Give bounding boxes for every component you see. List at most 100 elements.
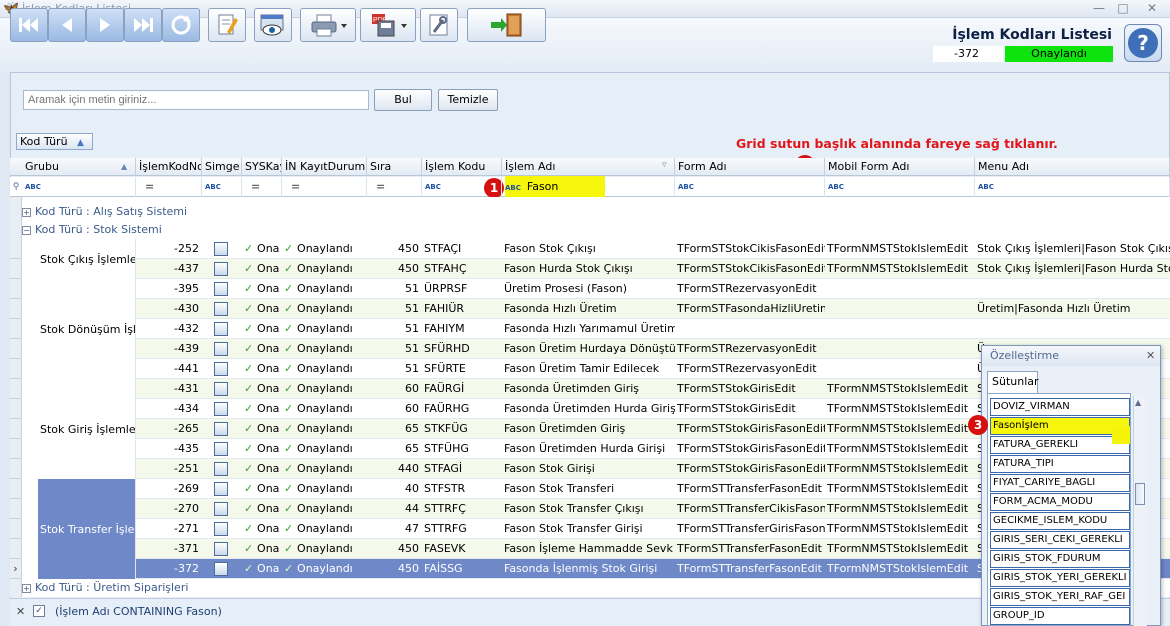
column-list-item[interactable]: FATURA_TIPI: [990, 455, 1130, 473]
expand-icon[interactable]: +: [22, 207, 31, 217]
column-list-item[interactable]: FasonİşIem: [990, 417, 1130, 435]
filter-dropdown-icon[interactable]: ▿: [662, 160, 667, 170]
filter-cell-sira[interactable]: =: [367, 177, 422, 197]
row-indicator[interactable]: ›: [10, 559, 22, 579]
row-indicator[interactable]: [10, 339, 22, 359]
previous-record-button[interactable]: [48, 8, 86, 42]
find-button[interactable]: Bul: [374, 89, 432, 111]
filter-enabled-checkbox[interactable]: ✓: [33, 605, 45, 617]
column-list-item[interactable]: GIRIS_STOK_FDURUM: [990, 550, 1130, 568]
collapse-icon[interactable]: −: [22, 225, 31, 235]
close-window-button[interactable]: ✕: [1137, 0, 1167, 17]
tab-columns[interactable]: Sütunlar: [987, 371, 1039, 393]
column-header-sira[interactable]: Sıra: [367, 158, 422, 176]
row-indicator[interactable]: [10, 479, 22, 499]
scroll-up-icon[interactable]: ▲: [1135, 398, 1141, 407]
column-list-item[interactable]: FATURA_GEREKLI: [990, 436, 1130, 454]
last-record-button[interactable]: [124, 8, 162, 42]
cell-kayit-durumu: ✓ Onaylandı: [282, 559, 367, 579]
column-header-simge[interactable]: Simge: [202, 158, 242, 176]
row-indicator[interactable]: [10, 459, 22, 479]
filter-cell-islem-kod-no[interactable]: =: [136, 177, 202, 197]
column-header-mobil-form-adi[interactable]: Mobil Form Adı: [825, 158, 975, 176]
filter-cell-grubu[interactable]: ABC: [22, 177, 136, 197]
group-stok[interactable]: − Kod Türü : Stok Sistemi: [22, 221, 162, 239]
column-header-grubu[interactable]: Grubu: [22, 158, 136, 176]
column-list-item[interactable]: GIRIS_SERI_CEKI_GEREKLI: [990, 531, 1130, 549]
table-row[interactable]: -252 ✓ Ona ✓ Onaylandı 450 STFAÇI Fason Stok …: [136, 239, 1170, 259]
scroll-thumb[interactable]: [1135, 483, 1145, 505]
export-pdf-button[interactable]: PDF: [360, 8, 416, 42]
settings-button[interactable]: [420, 8, 458, 42]
cell-islem-kod-no: -265: [174, 422, 199, 435]
row-indicator[interactable]: [10, 359, 22, 379]
row-indicator[interactable]: [10, 539, 22, 559]
filter-cell-simge[interactable]: ABC: [202, 177, 242, 197]
column-header-syskay[interactable]: SYSKay: [242, 158, 282, 176]
filter-cell-form-adi[interactable]: ABC: [675, 177, 825, 197]
column-list-item[interactable]: FORM_ACMA_MODU: [990, 493, 1130, 511]
column-header-menu-adi[interactable]: Menu Adı: [975, 158, 1170, 176]
filter-cell-syskay[interactable]: =: [242, 177, 282, 197]
row-indicator[interactable]: [10, 259, 22, 279]
cell-mobil-form-adi: TFormNMSTStokIslemEdit: [827, 522, 969, 535]
row-indicator[interactable]: [10, 279, 22, 299]
column-list-item[interactable]: FIYAT_CARIYE_BAGLI: [990, 474, 1130, 492]
durum-value: Onaylandı: [297, 482, 353, 495]
filter-expression[interactable]: (İşlem Adı CONTAINING Fason): [55, 605, 222, 618]
table-row[interactable]: -430 ✓ Ona ✓ Onaylandı 51 FAHIÜR Fasonda Hızl…: [136, 299, 1170, 319]
column-header-islem-kod-no[interactable]: İşlemKodNo: [136, 158, 202, 176]
clear-filter-icon[interactable]: ✕: [16, 605, 25, 618]
column-list-item[interactable]: GIRIS_STOK_YERI_RAF_GEI: [990, 588, 1130, 606]
check-icon: ✓: [244, 522, 258, 535]
row-indicator[interactable]: [10, 319, 22, 339]
filter-cell-islem-adi[interactable]: ABC Fason: [502, 177, 675, 197]
cell-form-adi: TFormSTTransferFasonEdit: [677, 482, 822, 495]
column-list-item[interactable]: GIRIS_STOK_YERI_GEREKLI: [990, 569, 1130, 587]
filter-cell-kayit-durumu[interactable]: =: [282, 177, 367, 197]
filter-cell-mobil-form-adi[interactable]: ABC: [825, 177, 975, 197]
maximize-button[interactable]: □: [1111, 0, 1135, 17]
row-indicator[interactable]: [10, 379, 22, 399]
column-header-form-adi[interactable]: Form Adı: [675, 158, 825, 176]
row-indicator[interactable]: [10, 239, 22, 259]
refresh-button[interactable]: [162, 8, 200, 42]
filter-cell-menu-adi[interactable]: ABC: [975, 177, 1170, 197]
search-input[interactable]: [23, 90, 369, 110]
exit-button[interactable]: [467, 8, 546, 42]
expand-icon[interactable]: +: [22, 583, 31, 593]
column-list-item[interactable]: GROUP_ID: [990, 607, 1130, 625]
cell-kayit-durumu: ✓ Onaylandı: [282, 239, 367, 259]
row-indicator[interactable]: [10, 499, 22, 519]
row-indicator[interactable]: [10, 519, 22, 539]
column-header-islem-kodu[interactable]: İşlem Kodu: [422, 158, 502, 176]
filter-icon: ⚲: [12, 182, 20, 192]
view-button[interactable]: [254, 8, 292, 42]
column-list-item[interactable]: DOVIZ_VIRMAN: [990, 398, 1130, 416]
edit-button[interactable]: [208, 8, 246, 42]
first-record-button[interactable]: [10, 8, 48, 42]
group-by-chip[interactable]: Kod Türü ▲: [16, 133, 93, 150]
column-list-item[interactable]: GECIKME_ISLEM_KODU: [990, 512, 1130, 530]
column-list-scrollbar[interactable]: [1133, 396, 1147, 626]
table-row[interactable]: -395 ✓ Ona ✓ Onaylandı 51 ÜRPRSF Üretim Prose…: [136, 279, 1170, 299]
gear-icon: [214, 342, 228, 356]
row-indicator[interactable]: [10, 419, 22, 439]
group-uretim[interactable]: + Kod Türü : Üretim Siparişleri: [22, 579, 188, 597]
next-record-button[interactable]: [86, 8, 124, 42]
row-indicator[interactable]: [10, 299, 22, 319]
column-header-islem-adi[interactable]: İşlem Adı: [502, 158, 675, 176]
close-panel-icon[interactable]: ✕: [1146, 349, 1155, 362]
row-indicator[interactable]: [10, 399, 22, 419]
table-row[interactable]: -437 ✓ Ona ✓ Onaylandı 450 STFAHÇ Fason Hurda…: [136, 259, 1170, 279]
table-row[interactable]: -432 ✓ Ona ✓ Onaylandı 51 FAHIYM Fasonda Hızl…: [136, 319, 1170, 339]
check-icon: ✓: [244, 502, 258, 515]
minimize-button[interactable]: —: [1087, 0, 1111, 17]
list-icon: [214, 262, 228, 276]
column-header-kayit-durumu[interactable]: İN KayıtDurumu: [282, 158, 367, 176]
filter-cell-islem-kodu[interactable]: ABC: [422, 177, 502, 197]
row-indicator[interactable]: [10, 439, 22, 459]
group-alis-satis[interactable]: + Kod Türü : Alış Satış Sistemi: [22, 203, 187, 221]
print-button[interactable]: [300, 8, 356, 42]
clear-button[interactable]: Temizle: [438, 89, 498, 111]
